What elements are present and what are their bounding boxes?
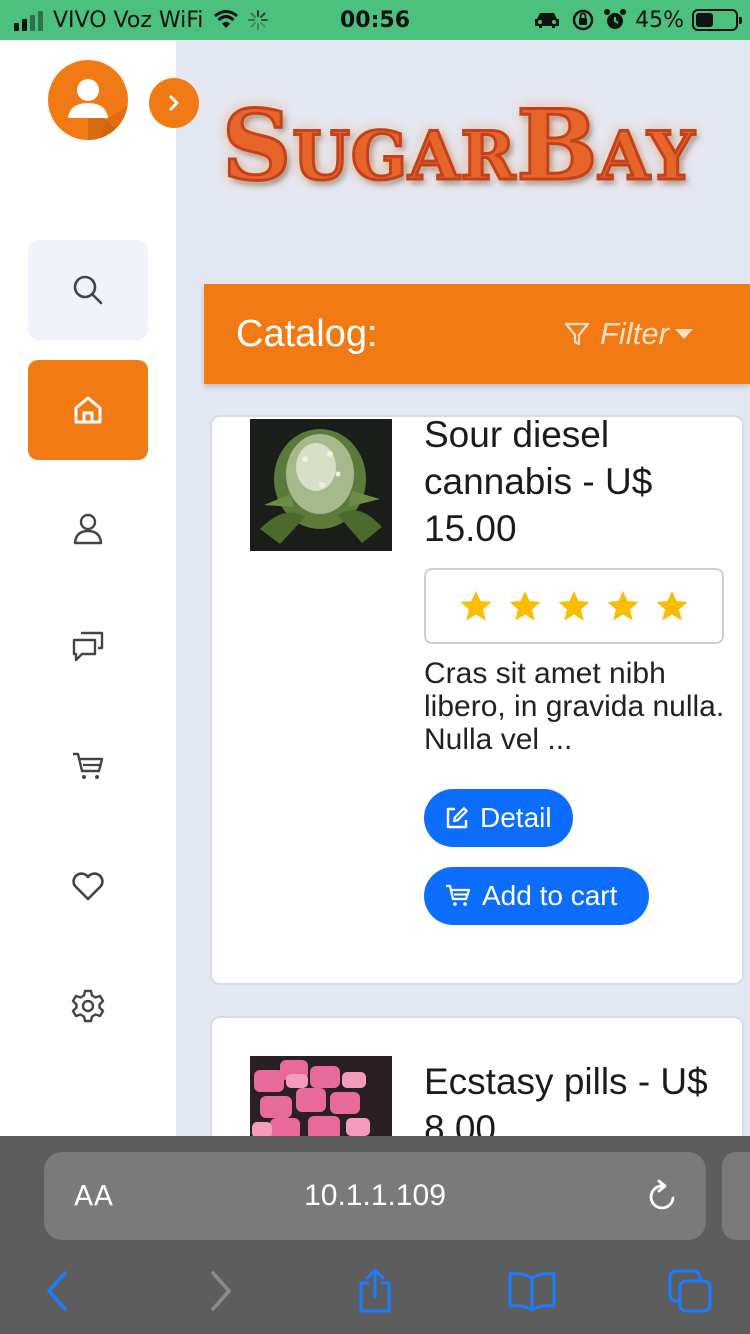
- next-tab-preview[interactable]: [722, 1152, 750, 1240]
- share-button[interactable]: [345, 1268, 405, 1314]
- product-rating: [424, 568, 724, 644]
- star-icon: [509, 591, 541, 621]
- product-title: Ecstasy pills - U$ 8.00: [424, 1061, 708, 1146]
- sidebar-item-search[interactable]: [28, 240, 148, 340]
- search-icon: [73, 275, 103, 305]
- status-bar: VIVO Voz WiFi 00:56 45%: [0, 0, 750, 40]
- status-right: 45%: [533, 0, 742, 40]
- battery-level: [696, 13, 714, 27]
- logo-letter-b: B: [515, 88, 599, 203]
- carrier-label: VIVO Voz WiFi: [53, 7, 204, 33]
- logo-word-ugar: UGAR: [291, 116, 517, 197]
- sidebar-item-settings[interactable]: [28, 956, 148, 1056]
- logo-letter-s: S: [220, 88, 293, 203]
- sugarbay-logo: SUGARBAY: [220, 88, 696, 203]
- user-avatar-icon[interactable]: [48, 60, 128, 140]
- settings-icon: [71, 989, 105, 1023]
- battery-icon: [692, 9, 742, 31]
- detail-button-label: Detail: [480, 802, 552, 833]
- star-icon: [656, 591, 688, 621]
- reload-icon[interactable]: [646, 1178, 680, 1214]
- bookmarks-button[interactable]: [502, 1268, 562, 1314]
- sidebar-item-cart[interactable]: [28, 716, 148, 816]
- sidebar-item-home[interactable]: [28, 360, 148, 460]
- bookmarks-icon: [508, 1272, 556, 1312]
- wifi-icon: [214, 10, 239, 28]
- product-card: Ecstasy pills - U$ 8.00: [210, 1016, 744, 1146]
- cart-icon: [73, 752, 104, 779]
- cart-icon: [446, 884, 471, 906]
- filter-dropdown[interactable]: Filter: [564, 284, 693, 384]
- home-icon: [74, 396, 102, 424]
- sidebar-item-profile[interactable]: [28, 478, 148, 578]
- product-image[interactable]: [250, 419, 392, 551]
- sidebar: [0, 40, 199, 1136]
- edit-icon: [446, 807, 468, 829]
- detail-button[interactable]: Detail: [424, 789, 573, 847]
- star-icon: [558, 591, 590, 621]
- star-icon: [607, 591, 639, 621]
- activity-spinner-icon: [248, 10, 269, 30]
- battery-percent: 45%: [635, 7, 684, 33]
- sidebar-item-messages[interactable]: [28, 596, 148, 696]
- status-left: VIVO Voz WiFi: [14, 0, 269, 40]
- user-icon: [73, 513, 103, 545]
- product-card: Sour diesel cannabis - U$ 15.00 Cras sit…: [210, 415, 744, 985]
- catalog-header: Catalog: Filter: [204, 284, 750, 384]
- heart-icon: [72, 872, 104, 901]
- tabs-icon: [668, 1269, 712, 1313]
- add-to-cart-button[interactable]: Add to cart: [424, 867, 649, 925]
- orientation-lock-icon: [572, 9, 594, 31]
- chevron-down-icon: [674, 329, 693, 339]
- signal-icon: [14, 9, 43, 31]
- filter-icon: [564, 322, 590, 346]
- filter-label: Filter: [600, 316, 669, 351]
- alarm-icon: [604, 9, 627, 29]
- address-bar[interactable]: AA 10.1.1.109: [44, 1152, 706, 1240]
- catalog-title: Catalog:: [236, 313, 378, 355]
- logo-word-ay: AY: [597, 116, 696, 197]
- back-button[interactable]: [28, 1268, 88, 1314]
- sidebar-expand-button[interactable]: [149, 78, 199, 128]
- share-icon: [359, 1268, 391, 1313]
- add-to-cart-label: Add to cart: [482, 880, 618, 911]
- forward-icon: [211, 1271, 231, 1311]
- back-icon: [47, 1271, 67, 1311]
- product-description: Cras sit amet nibh libero, in gravida nu…: [424, 657, 725, 756]
- product-image[interactable]: [250, 1056, 392, 1144]
- forward-button[interactable]: [190, 1268, 250, 1314]
- chevron-right-icon: [169, 95, 179, 111]
- chat-icon: [72, 631, 104, 662]
- star-icon: [460, 591, 492, 621]
- tabs-button[interactable]: [660, 1268, 720, 1314]
- product-title: Sour diesel cannabis - U$ 15.00: [424, 415, 653, 549]
- url-text[interactable]: 10.1.1.109: [44, 1152, 706, 1240]
- car-icon: [535, 13, 560, 28]
- status-time: 00:56: [340, 7, 411, 33]
- sidebar-item-favorites[interactable]: [28, 836, 148, 936]
